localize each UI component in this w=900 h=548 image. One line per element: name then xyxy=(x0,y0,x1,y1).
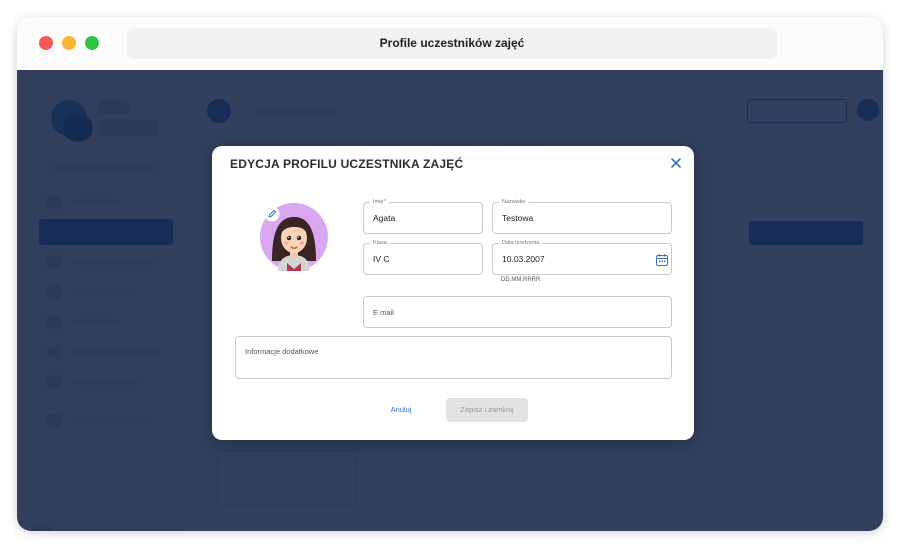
birth-date-value: 10.03.2007 xyxy=(502,254,545,264)
first-name-field[interactable]: Imię* Agata xyxy=(363,198,483,234)
close-window-button[interactable] xyxy=(39,36,53,50)
window-titlebar: Profile uczestników zajęć xyxy=(17,17,883,70)
pencil-icon[interactable] xyxy=(264,206,280,222)
additional-info-textarea[interactable] xyxy=(236,337,671,378)
calendar-icon[interactable] xyxy=(655,253,669,267)
first-name-value: Agata xyxy=(373,213,396,223)
window-title: Profile uczestników zajęć xyxy=(379,36,525,50)
maximize-window-button[interactable] xyxy=(85,36,99,50)
email-placeholder: E mail xyxy=(373,307,394,317)
class-value: IV C xyxy=(373,254,390,264)
save-and-close-button[interactable]: Zapisz i zamknij xyxy=(446,398,528,422)
minimize-window-button[interactable] xyxy=(62,36,76,50)
edit-profile-dialog: EDYCJA PROFILU UCZESTNIKA ZAJĘĆ Imię* Ag… xyxy=(212,146,694,440)
birth-date-field[interactable]: Data urodzenia 10.03.2007 xyxy=(492,239,672,275)
close-icon[interactable] xyxy=(668,155,684,171)
last-name-value: Testowa xyxy=(502,213,534,223)
class-field[interactable]: Klasa IV C xyxy=(363,239,483,275)
dialog-title: EDYCJA PROFILU UCZESTNIKA ZAJĘĆ xyxy=(230,157,464,171)
cancel-button[interactable]: Anuluj xyxy=(384,398,418,422)
additional-info-field[interactable] xyxy=(235,336,672,379)
email-field[interactable]: E mail xyxy=(363,296,672,328)
last-name-field[interactable]: Nazwisko Testowa xyxy=(492,198,672,234)
date-format-hint: DD.MM.RRRR xyxy=(501,277,541,283)
